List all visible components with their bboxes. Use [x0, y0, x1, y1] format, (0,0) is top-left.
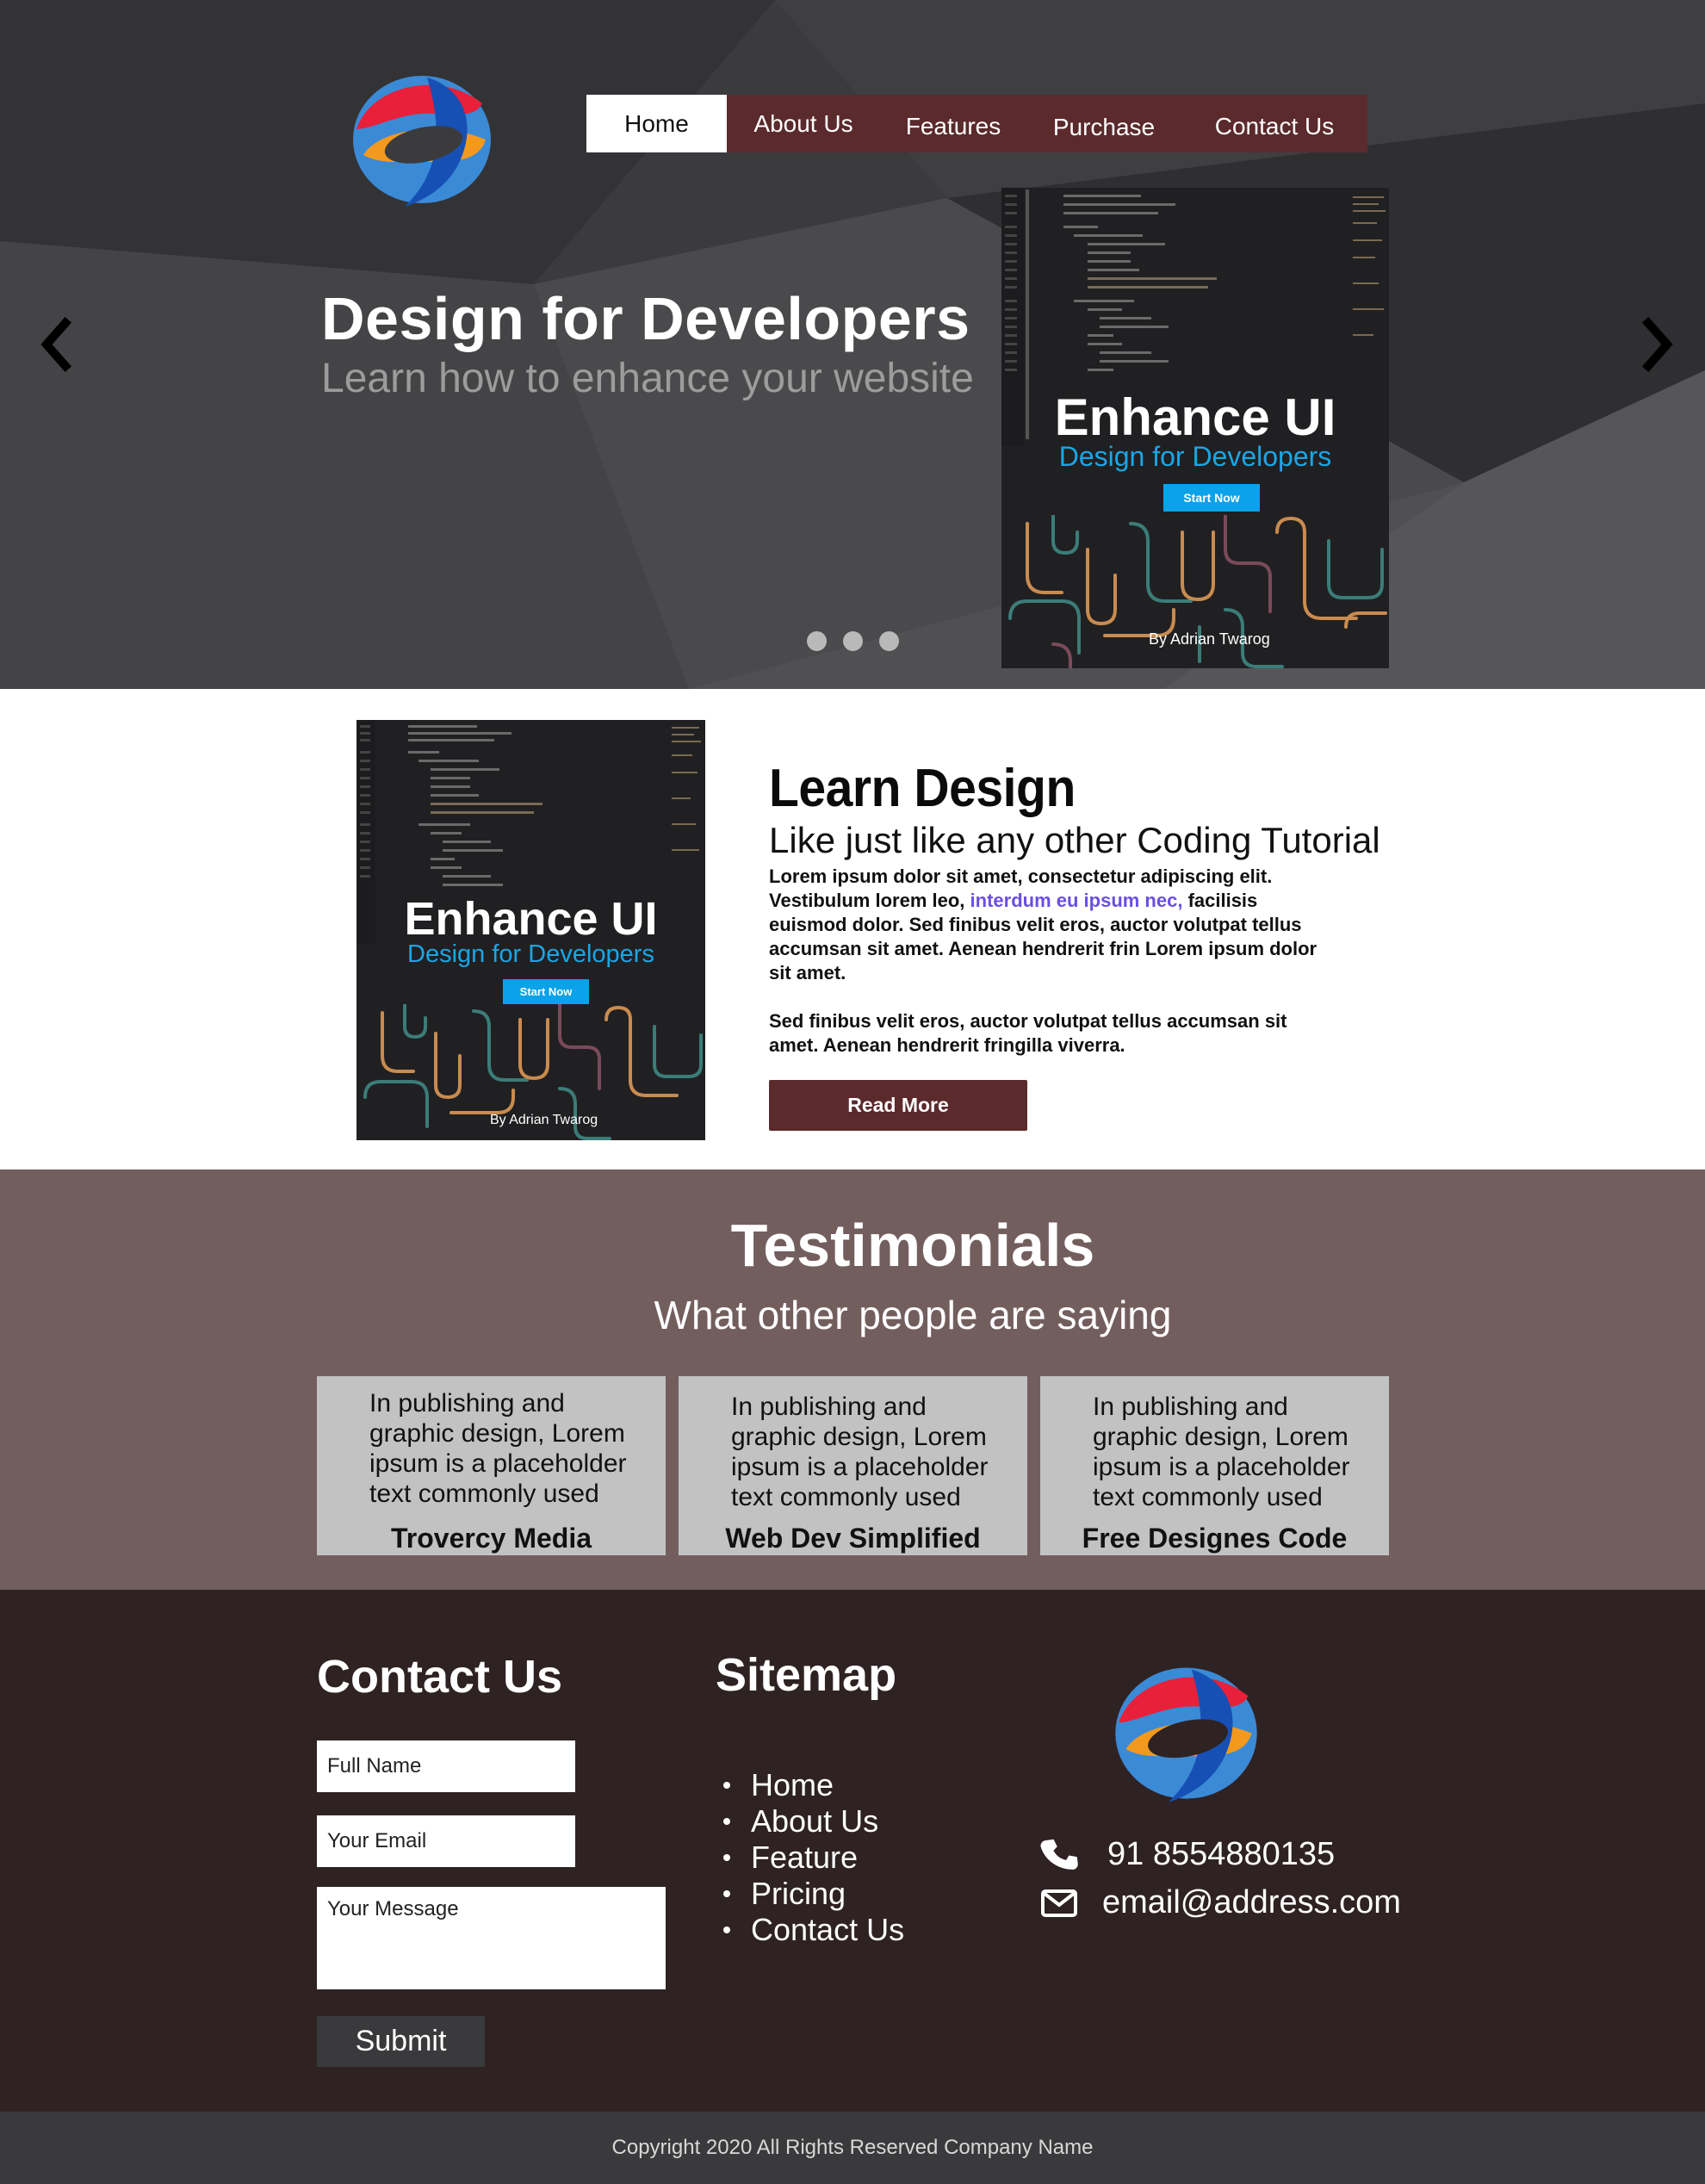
full-name-field[interactable] — [317, 1740, 575, 1792]
copyright-bar: Copyright 2020 All Rights Reserved Compa… — [0, 2112, 1705, 2184]
slider-dot[interactable] — [879, 631, 899, 651]
hero-title: Design for Developers — [321, 285, 970, 352]
bullet-icon — [723, 1927, 730, 1933]
book-start-now-button[interactable]: Start Now — [503, 979, 589, 1004]
testimonial-author: Web Dev Simplified — [725, 1523, 981, 1554]
envelope-icon — [1041, 1889, 1077, 1917]
bullet-icon — [723, 1890, 730, 1897]
learn-title: Learn Design — [769, 759, 1076, 818]
sitemap-item-pricing[interactable]: Pricing — [718, 1876, 904, 1912]
slider-dot[interactable] — [843, 631, 863, 651]
sitemap-item-feature[interactable]: Feature — [718, 1840, 904, 1876]
testimonials-section: Testimonials What other people are sayin… — [0, 1170, 1705, 1590]
hero-slider: Home About Us Features Purchase Contact … — [0, 0, 1705, 689]
sitemap-list: Home About Us Feature Pricing Contact Us — [718, 1767, 904, 1948]
read-more-button[interactable]: Read More — [769, 1080, 1027, 1131]
testimonial-card: In publishing and graphic design, Lorem … — [679, 1376, 1027, 1555]
phone-icon — [1040, 1839, 1078, 1870]
email-field[interactable] — [317, 1815, 575, 1867]
testimonial-quote: In publishing and graphic design, Lorem … — [731, 1393, 989, 1511]
learn-paragraph: Lorem ipsum dolor sit amet, consectetur … — [769, 865, 1320, 985]
book-author: By Adrian Twarog — [490, 1113, 598, 1127]
sitemap-item-label: Home — [751, 1767, 834, 1802]
testimonial-quote: In publishing and graphic design, Lorem … — [369, 1389, 627, 1508]
testimonial-card: In publishing and graphic design, Lorem … — [317, 1376, 666, 1555]
bullet-icon — [723, 1782, 730, 1789]
testimonial-quote: In publishing and graphic design, Lorem … — [1093, 1393, 1350, 1511]
nav-contact-us[interactable]: Contact Us — [1181, 95, 1367, 152]
testimonials-subtitle: What other people are saying — [654, 1293, 1172, 1337]
book-cover-image: Enhance UI Design for Developers Start N… — [356, 720, 705, 1140]
slider-dots — [807, 631, 899, 651]
book-subtitle: Design for Developers — [407, 940, 654, 968]
sitemap-item-home[interactable]: Home — [718, 1767, 904, 1803]
book-title: Enhance UI — [404, 893, 658, 945]
email-row: email@address.com — [1040, 1884, 1401, 1921]
book-subtitle: Design for Developers — [1058, 441, 1332, 472]
sitemap-item-label: Contact Us — [751, 1912, 905, 1947]
testimonial-author: Trovercy Media — [391, 1523, 592, 1554]
sitemap-item-about-us[interactable]: About Us — [718, 1803, 904, 1840]
sitemap-item-label: Pricing — [751, 1876, 846, 1911]
book-start-now-button[interactable]: Start Now — [1163, 484, 1260, 512]
bullet-icon — [723, 1818, 730, 1825]
nav-about-us[interactable]: About Us — [727, 95, 880, 152]
nav-home[interactable]: Home — [586, 95, 727, 152]
footer-logo[interactable] — [1107, 1652, 1266, 1811]
nav-features[interactable]: Features — [880, 95, 1026, 152]
phone-number[interactable]: 91 8554880135 — [1107, 1836, 1335, 1873]
sitemap-item-label: About Us — [751, 1803, 879, 1839]
nav-purchase[interactable]: Purchase — [1026, 95, 1181, 152]
inline-link[interactable]: interdum eu ipsum nec, — [970, 890, 1183, 911]
company-logo[interactable] — [344, 60, 499, 215]
sitemap-item-contact-us[interactable]: Contact Us — [718, 1912, 904, 1948]
email-address[interactable]: email@address.com — [1102, 1884, 1401, 1921]
testimonial-author: Free Designes Code — [1082, 1523, 1348, 1554]
testimonials-title: Testimonials — [730, 1212, 1095, 1279]
book-title: Enhance UI — [1054, 388, 1336, 446]
learn-subtitle: Like just like any other Coding Tutorial — [769, 820, 1380, 860]
main-nav: Home About Us Features Purchase Contact … — [586, 95, 1367, 152]
phone-row: 91 8554880135 — [1040, 1835, 1335, 1873]
submit-button[interactable]: Submit — [317, 2016, 485, 2067]
learn-body-text: Lorem ipsum dolor sit amet, consectetur … — [769, 865, 1320, 1058]
message-field[interactable] — [317, 1887, 666, 1989]
hero-subtitle: Learn how to enhance your website — [321, 356, 974, 401]
learn-paragraph: Sed finibus velit eros, auctor volutpat … — [769, 1010, 1287, 1056]
bullet-icon — [723, 1854, 730, 1861]
chevron-left-icon[interactable] — [36, 314, 79, 375]
slider-dot[interactable] — [807, 631, 827, 651]
sitemap-item-label: Feature — [751, 1840, 859, 1875]
sitemap-heading: Sitemap — [716, 1649, 897, 1701]
chevron-right-icon[interactable] — [1636, 314, 1679, 375]
copyright-text: Copyright 2020 All Rights Reserved Compa… — [611, 2136, 1094, 2159]
book-cover-image: Enhance UI Design for Developers Start N… — [1001, 188, 1389, 668]
book-author: By Adrian Twarog — [1149, 630, 1270, 648]
testimonial-card: In publishing and graphic design, Lorem … — [1040, 1376, 1389, 1555]
contact-heading: Contact Us — [317, 1651, 563, 1703]
